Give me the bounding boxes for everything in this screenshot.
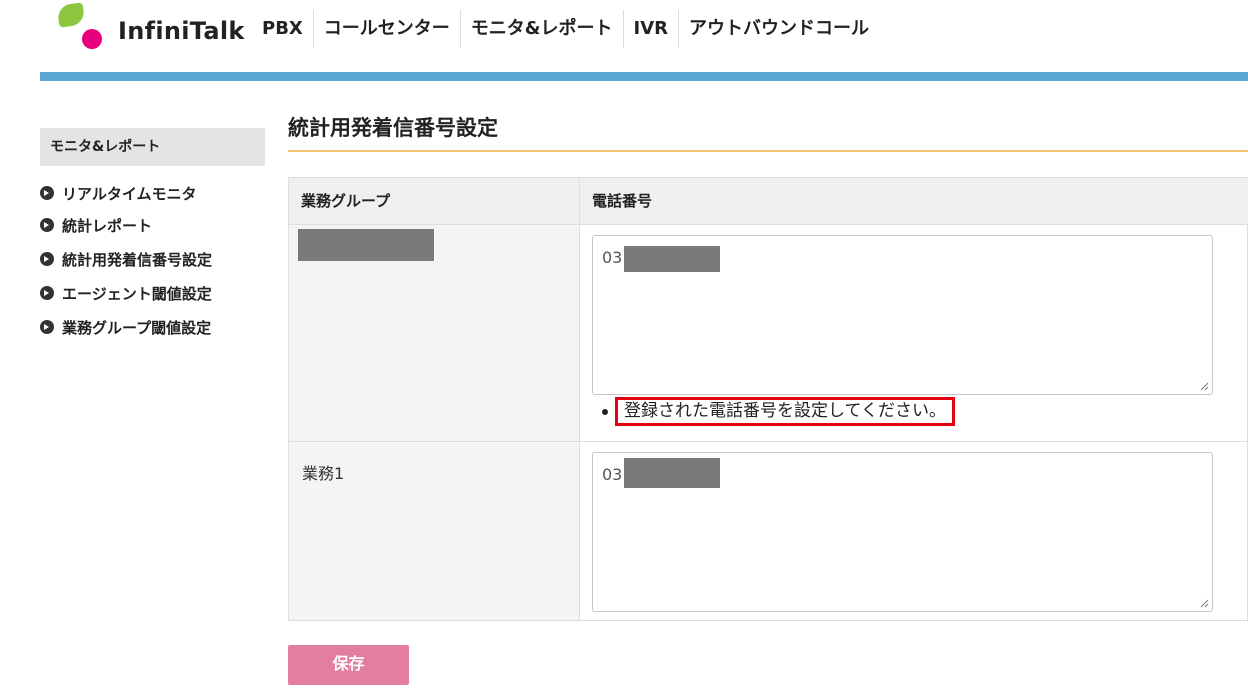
page-title: 統計用発着信番号設定 bbox=[288, 116, 498, 140]
save-button[interactable]: 保存 bbox=[288, 645, 409, 685]
resize-handle-icon[interactable] bbox=[1199, 381, 1209, 391]
infinitalk-logo[interactable]: InfiniTalk bbox=[56, 0, 245, 56]
logo-mark-icon bbox=[56, 2, 106, 52]
arrow-right-circle-icon bbox=[40, 186, 54, 200]
bullet-icon bbox=[602, 408, 608, 415]
top-nav: PBX コールセンター モニタ&レポート IVR アウトバウンドコール bbox=[262, 10, 879, 48]
phone-textarea-row-1[interactable]: 03 bbox=[592, 235, 1213, 395]
resize-handle-icon[interactable] bbox=[1199, 598, 1209, 608]
column-header-group: 業務グループ bbox=[289, 178, 580, 225]
arrow-right-circle-icon bbox=[40, 218, 54, 232]
arrow-right-circle-icon bbox=[40, 286, 54, 300]
nav-item-monitor-report[interactable]: モニタ&レポート bbox=[459, 10, 623, 48]
sidebar-item-stats-number-settings[interactable]: 統計用発着信番号設定 bbox=[40, 242, 265, 276]
sidebar-item-label: リアルタイムモニタ bbox=[62, 184, 197, 203]
sidebar-menu: リアルタイムモニタ 統計レポート 統計用発着信番号設定 エージェント閾値設定 業… bbox=[40, 178, 265, 344]
phone-value: 03 bbox=[602, 465, 623, 484]
column-header-phone: 電話番号 bbox=[580, 178, 1248, 225]
arrow-right-circle-icon bbox=[40, 252, 54, 266]
nav-item-pbx[interactable]: PBX bbox=[262, 10, 313, 48]
sidebar-heading: モニタ&レポート bbox=[40, 128, 265, 166]
sidebar-item-label: 業務グループ閾値設定 bbox=[62, 318, 212, 337]
sidebar-item-realtime-monitor[interactable]: リアルタイムモニタ bbox=[40, 178, 265, 208]
nav-item-outbound-call[interactable]: アウトバウンドコール bbox=[678, 10, 879, 48]
header-accent-bar bbox=[40, 72, 1248, 81]
nav-item-call-center[interactable]: コールセンター bbox=[312, 10, 460, 48]
sidebar-item-label: エージェント閾値設定 bbox=[62, 284, 212, 303]
row-divider bbox=[289, 441, 1248, 442]
validation-error-text: 登録された電話番号を設定してください。 bbox=[615, 397, 955, 426]
redacted-phone-number bbox=[624, 458, 720, 488]
sidebar-item-label: 統計レポート bbox=[62, 216, 153, 235]
sidebar-item-agent-threshold[interactable]: エージェント閾値設定 bbox=[40, 276, 265, 310]
nav-item-ivr[interactable]: IVR bbox=[622, 10, 679, 48]
sidebar-item-group-threshold[interactable]: 業務グループ閾値設定 bbox=[40, 310, 265, 344]
phone-value: 03 bbox=[602, 248, 623, 267]
phone-textarea-row-2[interactable]: 03 bbox=[592, 452, 1213, 612]
arrow-right-circle-icon bbox=[40, 320, 54, 334]
group-name: 業務1 bbox=[302, 464, 345, 483]
brand-name: InfiniTalk bbox=[118, 17, 245, 45]
number-settings-table: 業務グループ 電話番号 03 登録された電話番号を設定してください。 業務1 0… bbox=[288, 177, 1248, 621]
sidebar-item-label: 統計用発着信番号設定 bbox=[62, 250, 213, 269]
sidebar-item-stats-report[interactable]: 統計レポート bbox=[40, 208, 265, 242]
redacted-phone-number bbox=[624, 246, 720, 272]
redacted-group-name bbox=[298, 229, 434, 261]
sidebar: モニタ&レポート リアルタイムモニタ 統計レポート 統計用発着信番号設定 エージ… bbox=[40, 128, 265, 344]
app-header: InfiniTalk PBX コールセンター モニタ&レポート IVR アウトバ… bbox=[0, 0, 1248, 72]
title-divider bbox=[288, 150, 1248, 152]
validation-message: 登録された電話番号を設定してください。 bbox=[602, 397, 955, 426]
